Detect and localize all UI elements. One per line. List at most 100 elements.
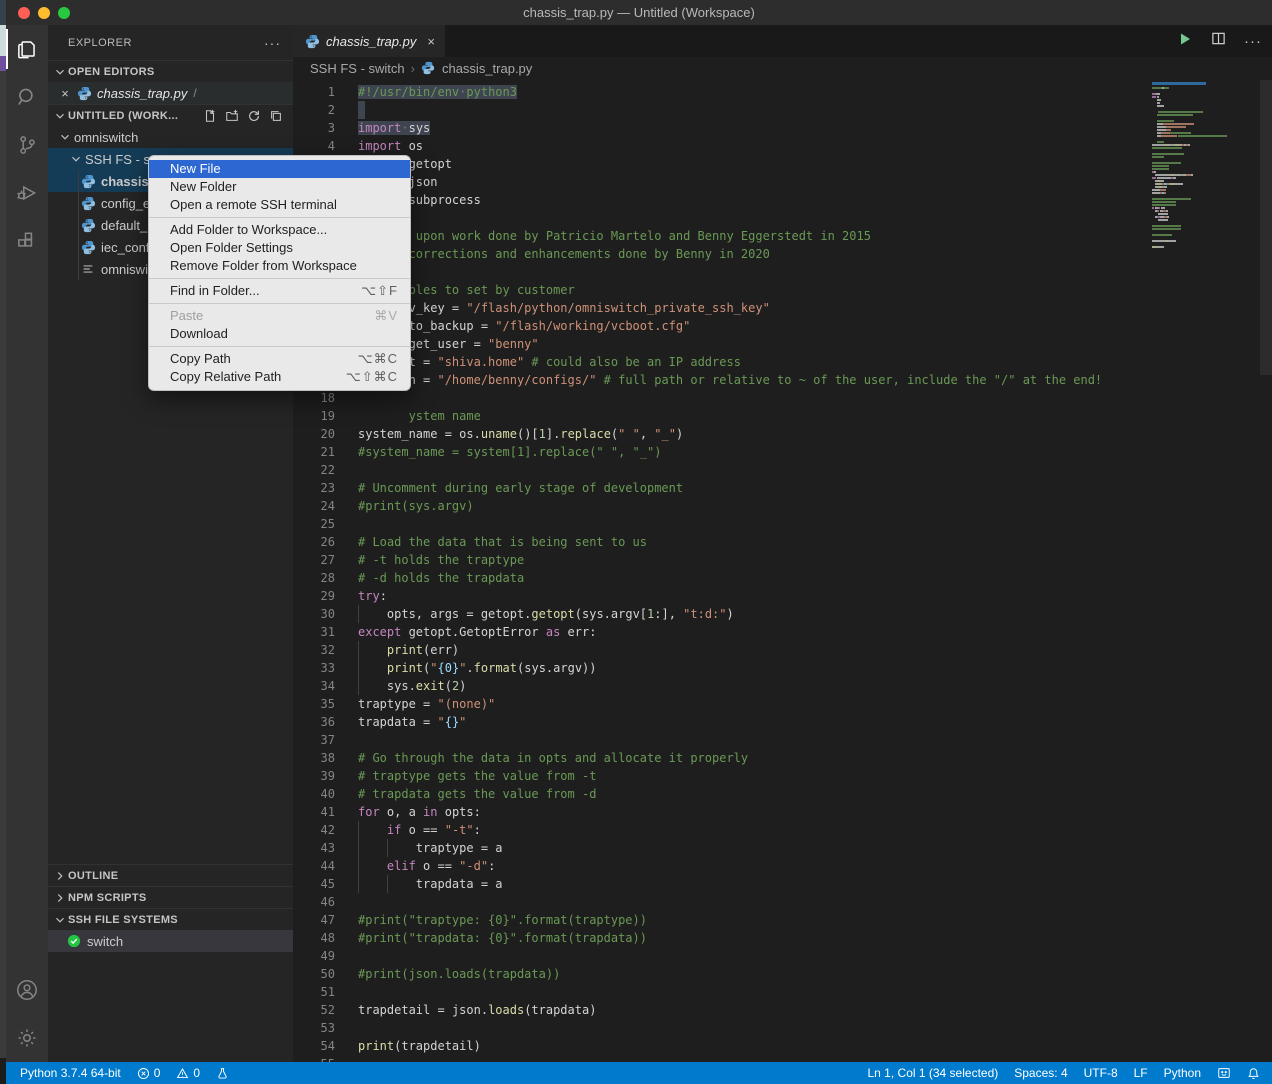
more-actions-icon[interactable]: ··· [1244, 33, 1262, 50]
settings-gear-icon[interactable] [6, 1014, 48, 1062]
code-line[interactable]: 8 [293, 209, 1150, 227]
menu-item-add-folder-to-workspace[interactable]: Add Folder to Workspace... [149, 221, 410, 239]
code-line[interactable]: 38 # Go through the data in opts and allo… [293, 749, 1150, 767]
search-icon[interactable] [6, 73, 48, 121]
code-line[interactable]: 2 [293, 101, 1150, 119]
sidebar-more-actions-icon[interactable]: ··· [264, 35, 281, 51]
code-line[interactable]: 12 bles to set by customer [293, 281, 1150, 299]
code-line[interactable]: 22 [293, 461, 1150, 479]
code-line[interactable]: 34 sys.exit(2) [293, 677, 1150, 695]
close-editor-icon[interactable]: × [57, 86, 73, 101]
section-header-outline[interactable]: OUTLINE [48, 864, 293, 886]
code-line[interactable]: 23 # Uncomment during early stage of deve… [293, 479, 1150, 497]
status-item-ln-1-col-1-34-selected[interactable]: Ln 1, Col 1 (34 selected) [868, 1066, 999, 1080]
tab-close-icon[interactable]: × [427, 34, 435, 49]
breadcrumb-folder[interactable]: SSH FS - switch [310, 61, 405, 76]
menu-item-copy-relative-path[interactable]: Copy Relative Path ⌥⇧⌘C [149, 368, 410, 386]
close-window-button[interactable] [18, 6, 30, 19]
code-line[interactable]: 49 [293, 947, 1150, 965]
code-line[interactable]: 43 traptype = a [293, 839, 1150, 857]
ssh-fs-item-switch[interactable]: switch [48, 930, 293, 952]
code-line[interactable]: 1 #!/usr/bin/env·python3 [293, 83, 1150, 101]
menu-item-find-in-folder[interactable]: Find in Folder... ⌥⇧F [149, 282, 410, 300]
status-item-lf[interactable]: LF [1134, 1066, 1148, 1080]
tab-chassis-trap[interactable]: chassis_trap.py × [293, 25, 445, 57]
run-debug-icon[interactable] [6, 169, 48, 217]
code-line[interactable]: 13 v_key = "/flash/python/omniswitch_pri… [293, 299, 1150, 317]
code-line[interactable]: 51 [293, 983, 1150, 1001]
status-item-python-3-7-4-64-bit[interactable]: Python 3.7.4 64-bit [20, 1066, 121, 1080]
status-item-spaces-4[interactable]: Spaces: 4 [1014, 1066, 1067, 1080]
run-button[interactable] [1177, 31, 1193, 52]
code-line[interactable]: 17 h = "/home/benny/configs/" # full pat… [293, 371, 1150, 389]
refresh-icon[interactable] [247, 109, 261, 123]
code-line[interactable]: 21 #system_name = system[1].replace(" ", … [293, 443, 1150, 461]
new-folder-icon[interactable] [225, 109, 239, 123]
code-line[interactable]: 54 print(trapdetail) [293, 1037, 1150, 1055]
code-line[interactable]: 16 t = "shiva.home" # could also be an I… [293, 353, 1150, 371]
minimize-window-button[interactable] [38, 6, 50, 19]
split-editor-icon[interactable] [1211, 31, 1226, 51]
code-line[interactable]: 7 subprocess [293, 191, 1150, 209]
new-file-icon[interactable] [203, 109, 217, 123]
breadcrumb-file[interactable]: chassis_trap.py [442, 61, 532, 76]
source-control-icon[interactable] [6, 121, 48, 169]
code-line[interactable]: 35 traptype = "(none)" [293, 695, 1150, 713]
code-line[interactable]: 25 [293, 515, 1150, 533]
code-line[interactable]: 41 for o, a in opts: [293, 803, 1150, 821]
code-line[interactable]: 55 [293, 1055, 1150, 1062]
code-line[interactable]: 28 # -d holds the trapdata [293, 569, 1150, 587]
code-line[interactable]: 33 print("{0}".format(sys.argv)) [293, 659, 1150, 677]
code-line[interactable]: 20 system_name = os.uname()[1].replace(" … [293, 425, 1150, 443]
code-line[interactable]: 37 [293, 731, 1150, 749]
breadcrumb[interactable]: SSH FS - switch › chassis_trap.py [293, 57, 1272, 80]
menu-item-new-folder[interactable]: New Folder [149, 178, 410, 196]
code-editor[interactable]: 1 #!/usr/bin/env·python3 2 3 import·sys 4 impo… [293, 80, 1272, 1062]
code-line[interactable]: 24 #print(sys.argv) [293, 497, 1150, 515]
workspace-header[interactable]: UNTITLED (WORK... [48, 104, 293, 126]
status-item-feedback[interactable] [1217, 1066, 1231, 1080]
code-line[interactable]: 15 get_user = "benny" [293, 335, 1150, 353]
extensions-icon[interactable] [6, 217, 48, 265]
code-line[interactable]: 53 [293, 1019, 1150, 1037]
status-item-python[interactable]: Python [1164, 1066, 1201, 1080]
menu-item-copy-path[interactable]: Copy Path ⌥⌘C [149, 350, 410, 368]
code-line[interactable]: 27 # -t holds the traptype [293, 551, 1150, 569]
status-item-flask[interactable] [216, 1067, 229, 1080]
open-editors-header[interactable]: OPEN EDITORS [48, 60, 293, 82]
code-line[interactable]: 48 #print("trapdata: {0}".format(trapdata… [293, 929, 1150, 947]
zoom-window-button[interactable] [58, 6, 70, 19]
section-header-ssh-file-systems[interactable]: SSH FILE SYSTEMS [48, 908, 293, 930]
code-line[interactable]: 3 import·sys [293, 119, 1150, 137]
code-line[interactable]: 18 [293, 389, 1150, 407]
status-item-bell[interactable] [1247, 1067, 1260, 1080]
menu-item-new-file[interactable]: New File [149, 160, 410, 178]
code-line[interactable]: 40 # trapdata gets the value from -d [293, 785, 1150, 803]
code-line[interactable]: 44 elif o == "-d": [293, 857, 1150, 875]
status-item-utf-8[interactable]: UTF-8 [1084, 1066, 1118, 1080]
code-line[interactable]: 52 trapdetail = json.loads(trapdata) [293, 1001, 1150, 1019]
editor-scrollbar[interactable] [1260, 80, 1272, 375]
code-line[interactable]: 26 # Load the data that is being sent to … [293, 533, 1150, 551]
code-line[interactable]: 11 [293, 263, 1150, 281]
code-line[interactable]: 47 #print("traptype: {0}".format(traptype… [293, 911, 1150, 929]
code-line[interactable]: 6 json [293, 173, 1150, 191]
minimap[interactable] [1152, 82, 1258, 252]
status-item-0[interactable]: 0 [176, 1066, 200, 1080]
tree-folder-omniswitch[interactable]: omniswitch [48, 126, 293, 148]
title-bar[interactable]: chassis_trap.py — Untitled (Workspace) [6, 0, 1272, 25]
code-line[interactable]: 32 print(err) [293, 641, 1150, 659]
code-line[interactable]: 14 to_backup = "/flash/working/vcboot.cf… [293, 317, 1150, 335]
collapse-all-icon[interactable] [269, 109, 283, 123]
section-header-npm-scripts[interactable]: NPM SCRIPTS [48, 886, 293, 908]
status-item-0[interactable]: 0 [137, 1066, 160, 1080]
code-line[interactable]: 10 corrections and enhancements done by … [293, 245, 1150, 263]
accounts-icon[interactable] [6, 966, 48, 1014]
menu-item-open-folder-settings[interactable]: Open Folder Settings [149, 239, 410, 257]
code-line[interactable]: 4 import os [293, 137, 1150, 155]
code-line[interactable]: 45 trapdata = a [293, 875, 1150, 893]
code-line[interactable]: 31 except getopt.GetoptError as err: [293, 623, 1150, 641]
code-line[interactable]: 36 trapdata = "{}" [293, 713, 1150, 731]
explorer-icon[interactable] [6, 25, 48, 73]
code-line[interactable]: 46 [293, 893, 1150, 911]
